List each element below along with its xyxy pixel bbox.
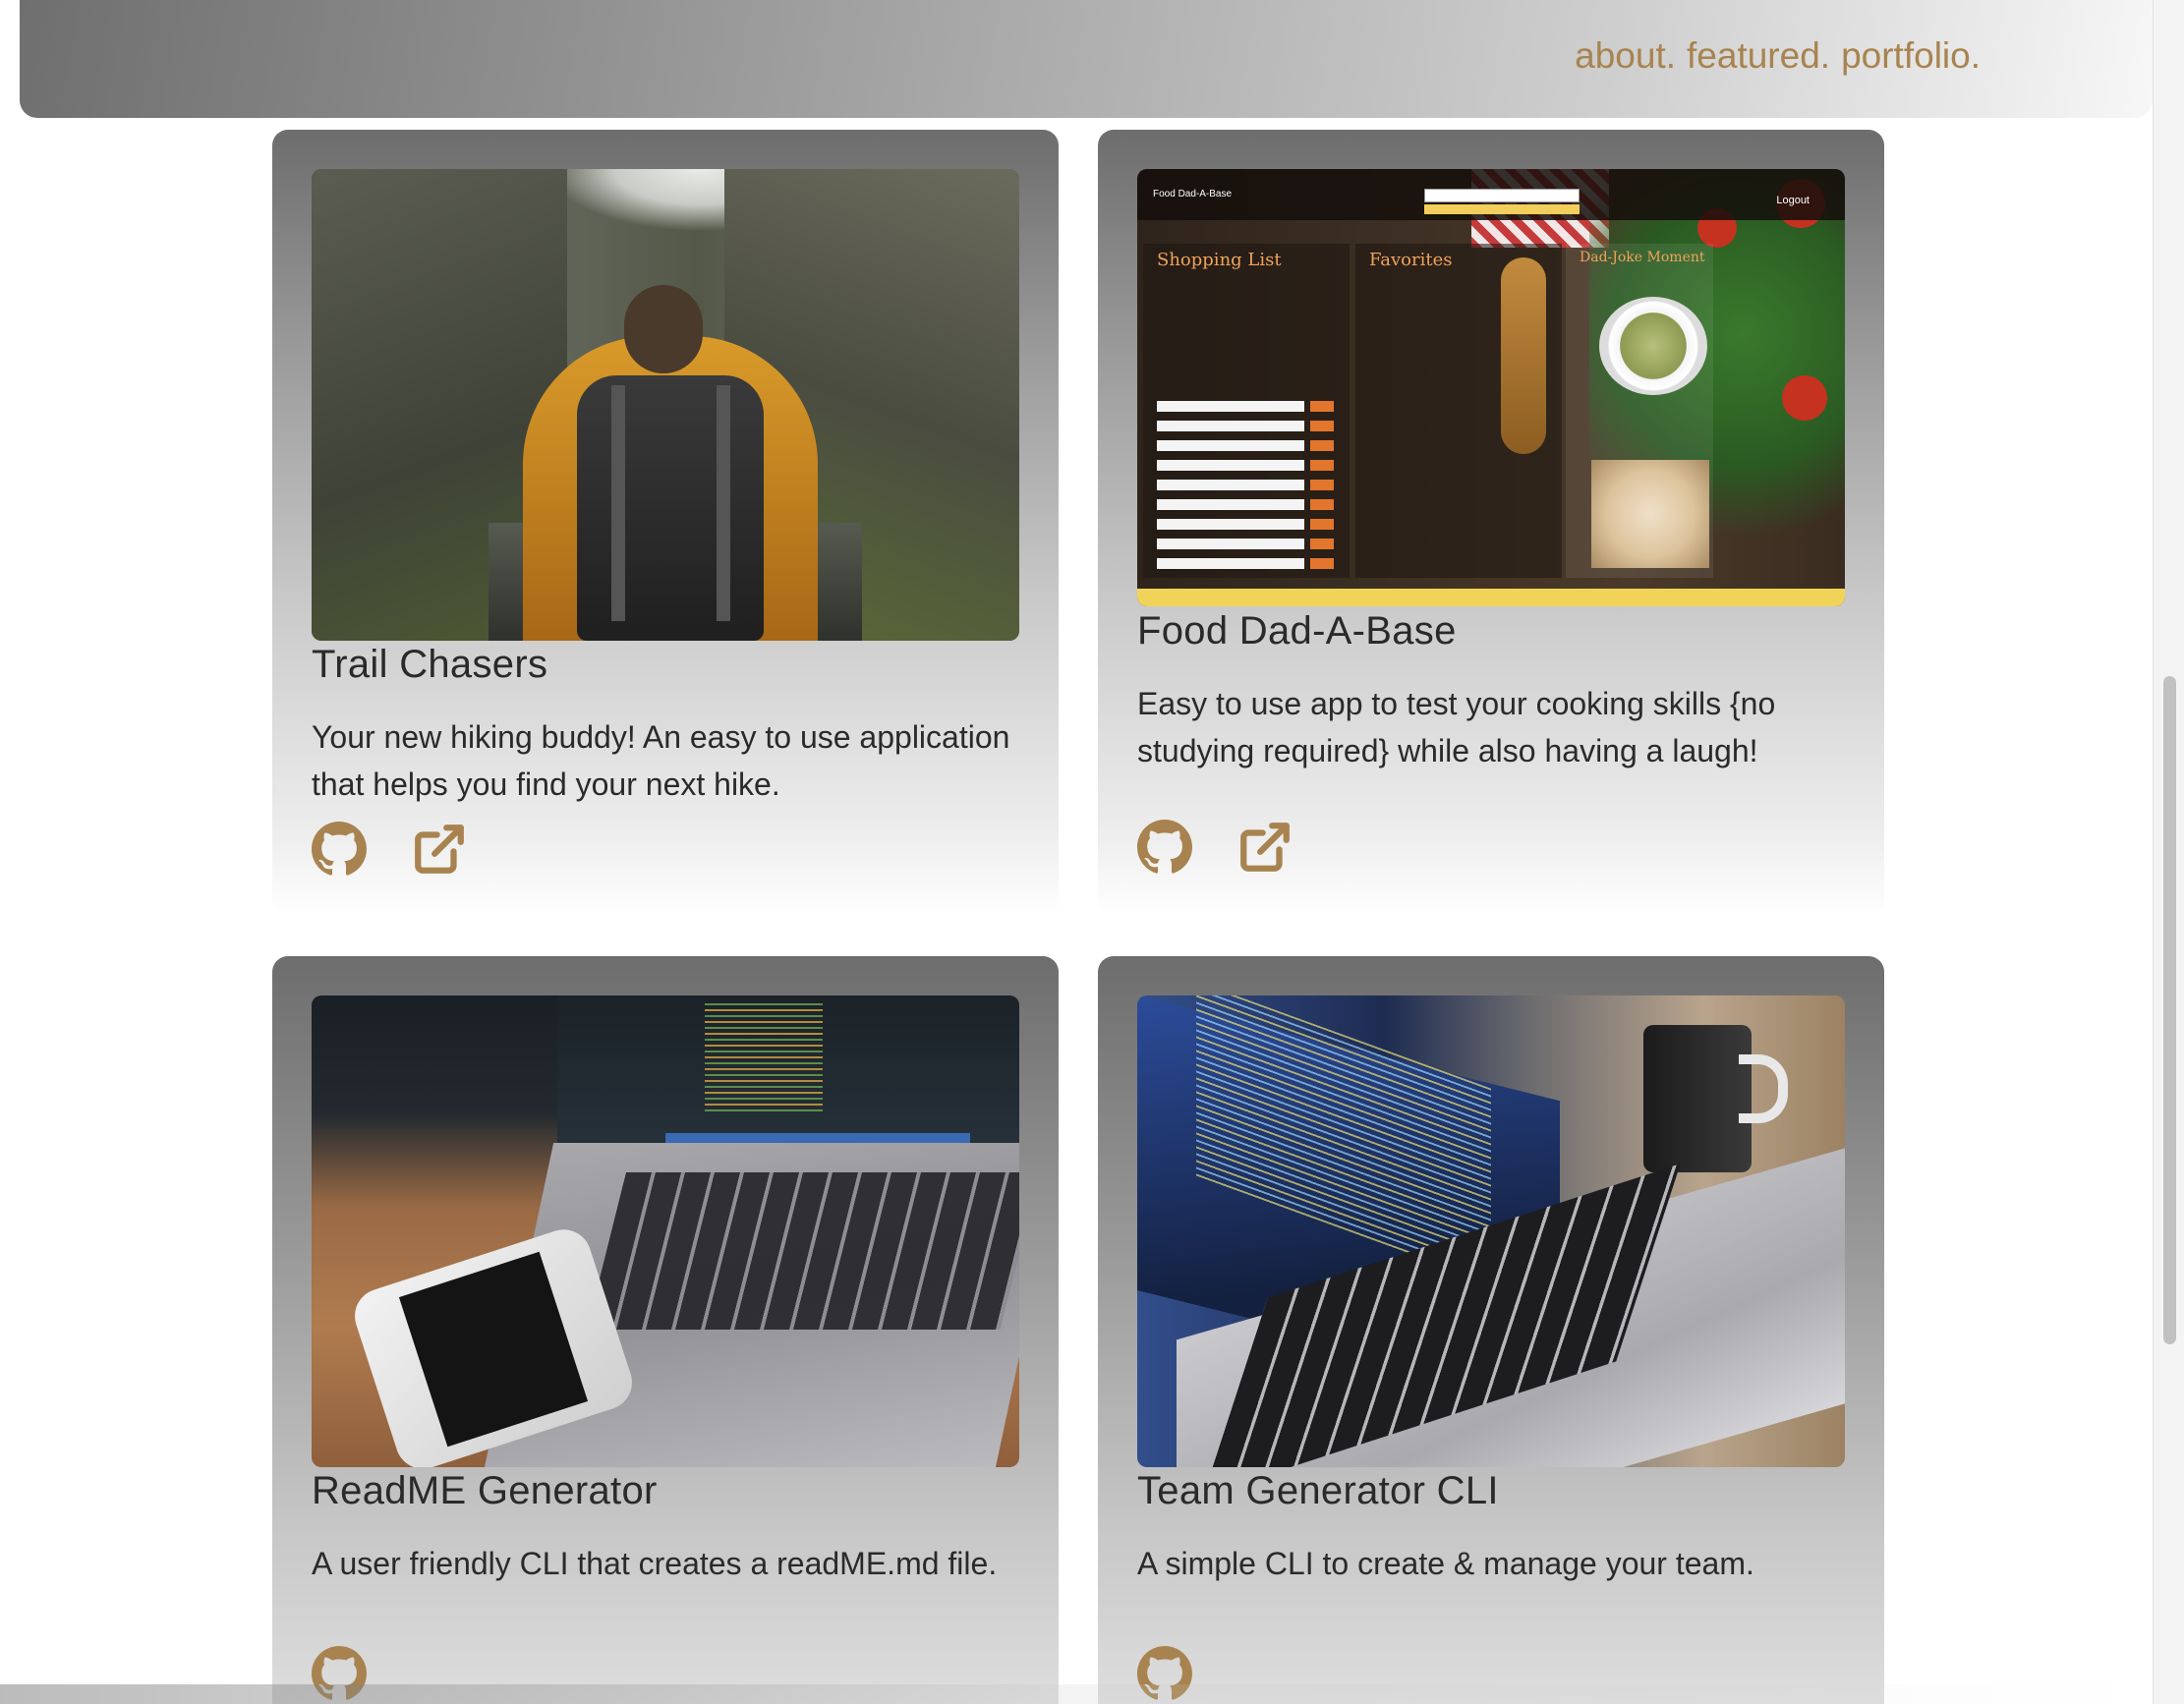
github-icon[interactable]: [312, 822, 367, 877]
project-image-readme-generator: [312, 995, 1019, 1467]
project-title: Trail Chasers: [312, 643, 548, 686]
hiker-photo: [312, 169, 1019, 641]
project-card-team-generator-cli: Team Generator CLI A simple CLI to creat…: [1098, 956, 1884, 1704]
scrollbar-thumb[interactable]: [2163, 676, 2176, 1344]
nav-link-portfolio[interactable]: portfolio.: [1841, 35, 1981, 77]
project-title: ReadME Generator: [312, 1469, 658, 1512]
project-links: [1137, 819, 1293, 876]
external-link-icon[interactable]: [1236, 819, 1293, 876]
project-description: A user friendly CLI that creates a readM…: [312, 1546, 998, 1581]
project-image-trail-chasers: [312, 169, 1019, 641]
project-image-food-dad-a-base: Food Dad-A-Base Logout Shopping List Fav…: [1137, 169, 1845, 606]
nav-links: about. featured. portfolio.: [1575, 35, 1981, 77]
nav-link-featured[interactable]: featured.: [1687, 35, 1830, 77]
github-icon[interactable]: [1137, 820, 1192, 875]
food-app-screenshot: Food Dad-A-Base Logout Shopping List Fav…: [1137, 169, 1845, 606]
project-links: [312, 821, 468, 878]
project-description: A simple CLI to create & manage your tea…: [1137, 1546, 1754, 1581]
navbar: about. featured. portfolio.: [20, 0, 2153, 118]
laptop-code-photo: [1137, 995, 1845, 1467]
external-link-icon[interactable]: [411, 821, 468, 878]
project-image-team-generator-cli: [1137, 995, 1845, 1467]
project-card-readme-generator: ReadME Generator A user friendly CLI tha…: [272, 956, 1059, 1704]
project-description: Easy to use app to test your cooking ski…: [1137, 686, 1776, 768]
project-card-trail-chasers: Trail Chasers Your new hiking buddy! An …: [272, 130, 1059, 916]
project-title: Food Dad-A-Base: [1137, 609, 1457, 653]
scrollbar-track[interactable]: [2153, 0, 2184, 1704]
window-bottom-shadow: [0, 1684, 2153, 1704]
project-card-food-dad-a-base: Food Dad-A-Base Logout Shopping List Fav…: [1098, 130, 1884, 916]
project-description: Your new hiking buddy! An easy to use ap…: [312, 719, 1010, 802]
nav-link-about[interactable]: about.: [1575, 35, 1676, 77]
laptop-phone-photo: [312, 995, 1019, 1467]
project-title: Team Generator CLI: [1137, 1469, 1499, 1512]
